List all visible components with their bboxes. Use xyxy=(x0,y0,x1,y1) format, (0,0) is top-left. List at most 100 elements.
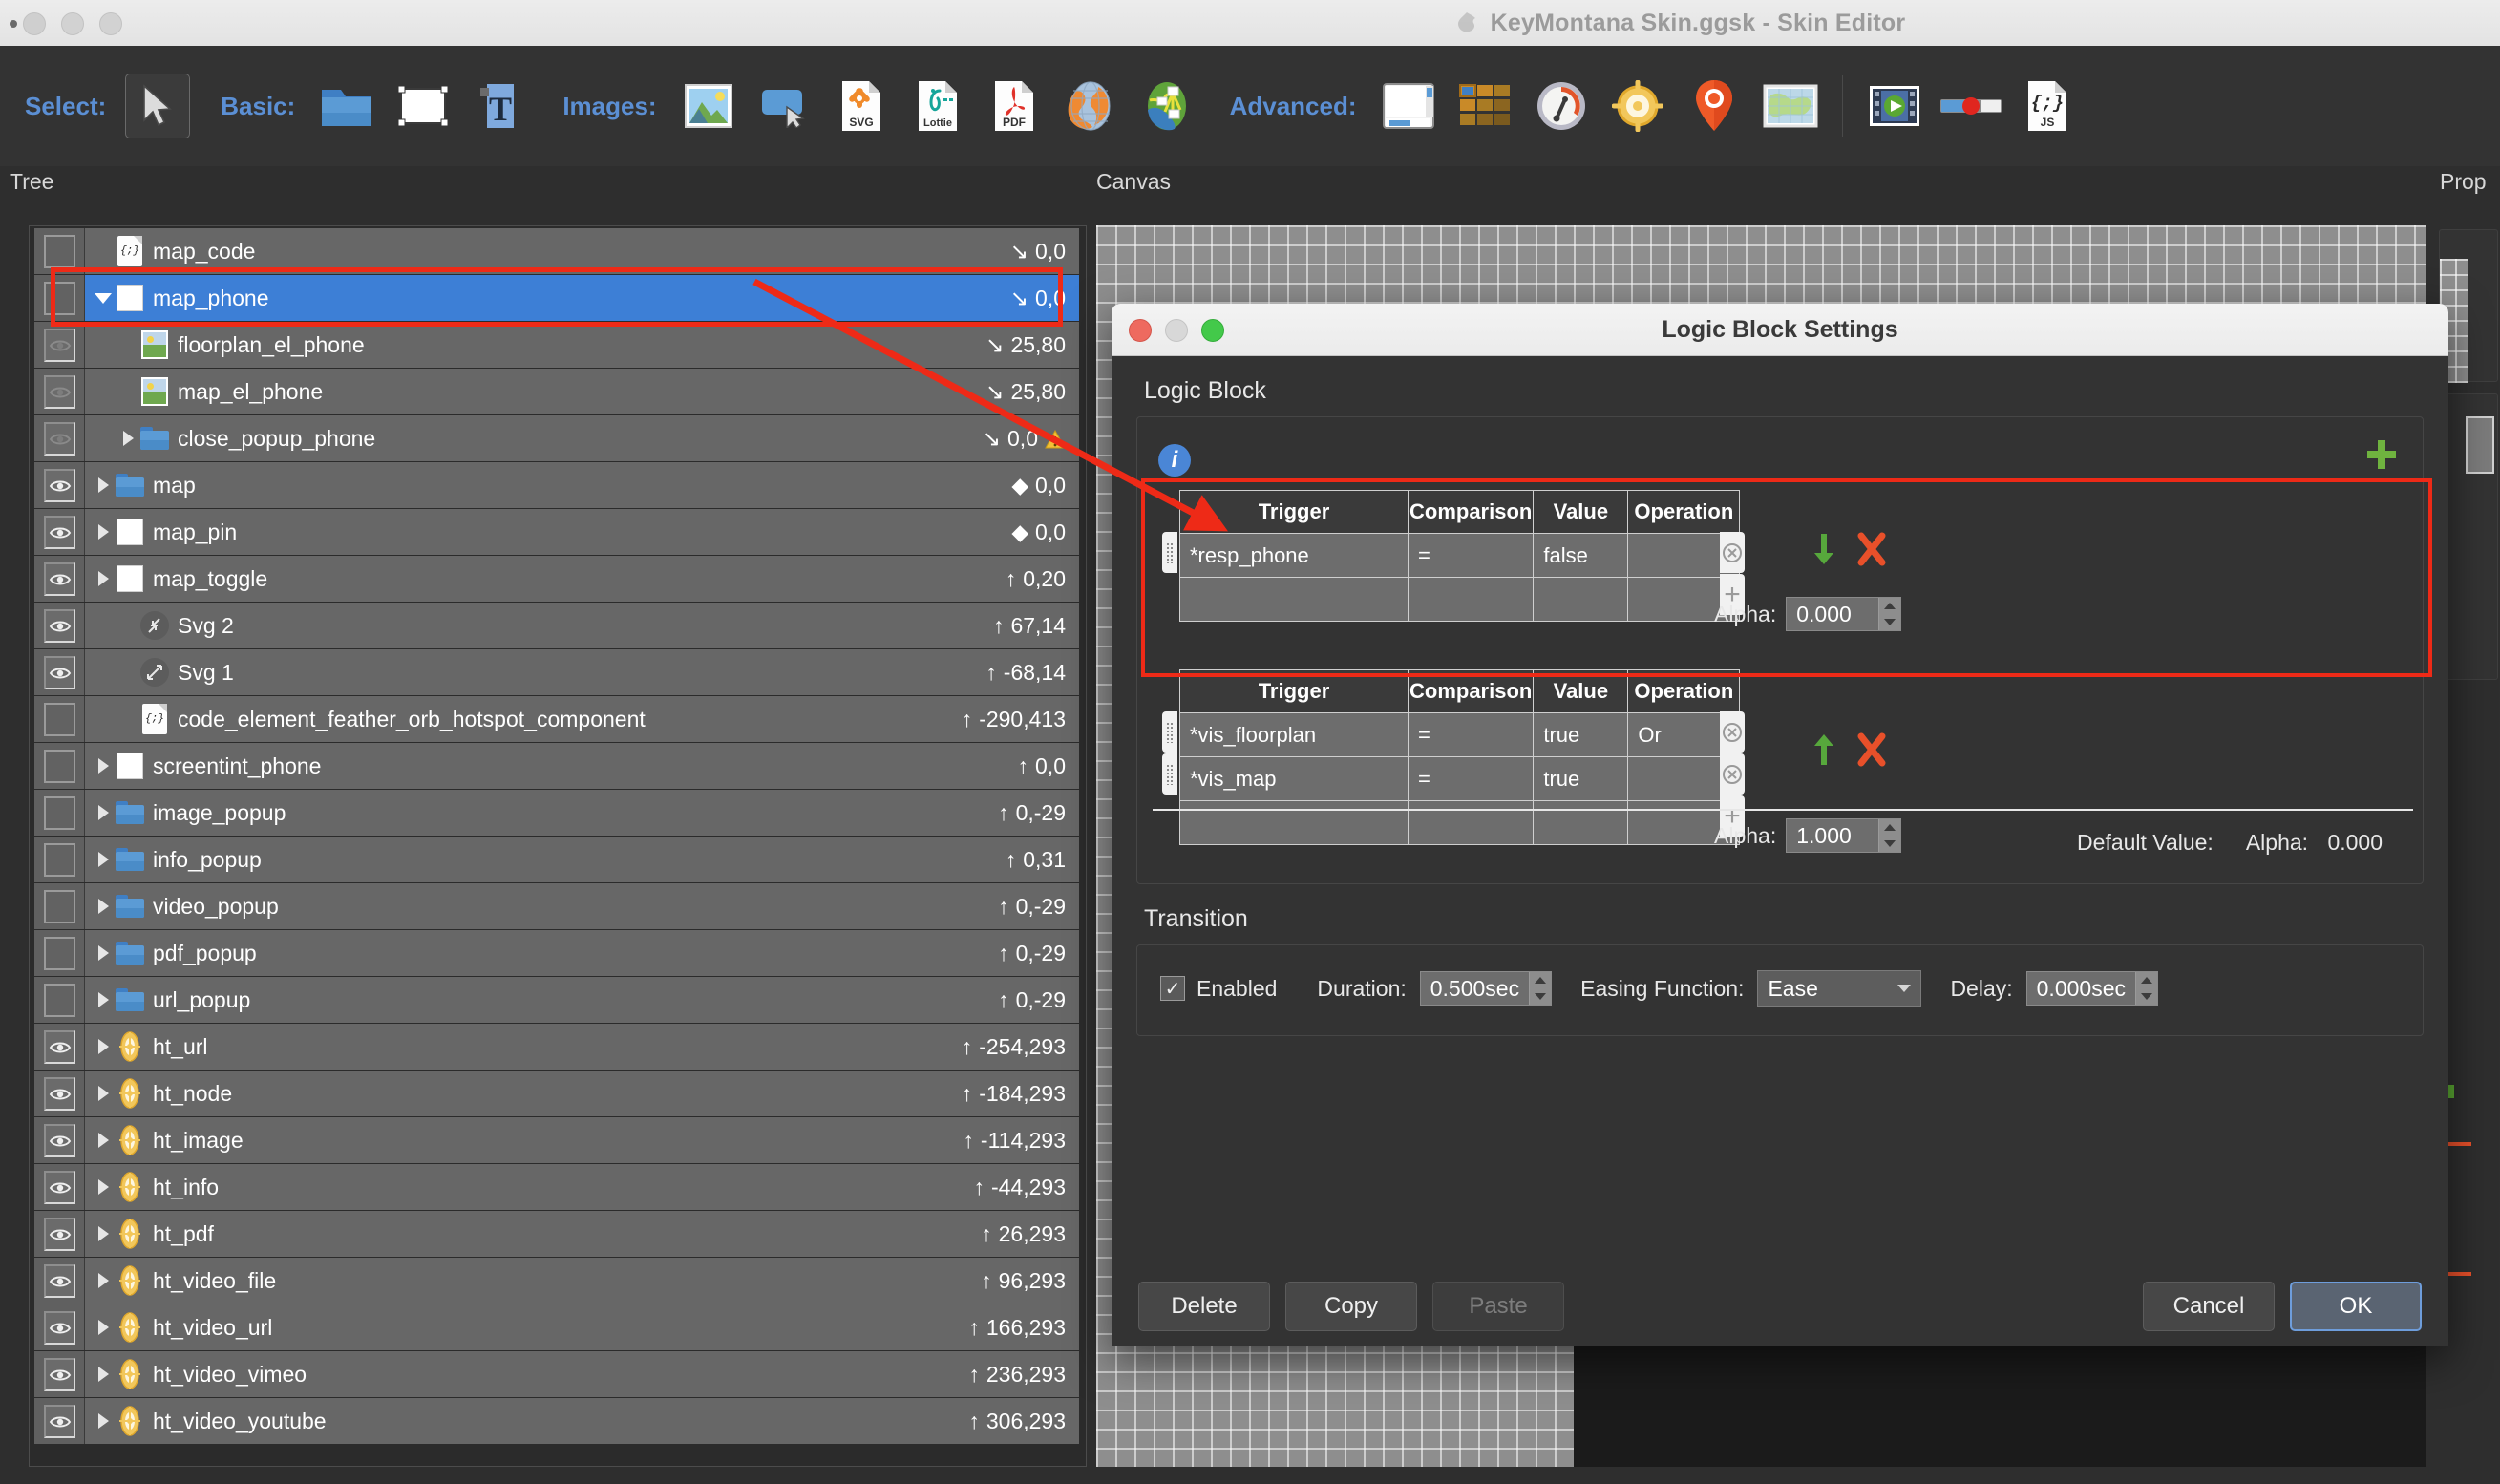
tree-row-body[interactable]: ht_video_file ↑ 96,293 xyxy=(85,1258,1079,1304)
move-condition-up-button[interactable] xyxy=(1810,732,1838,767)
remove-condition-row-button[interactable] xyxy=(1720,711,1745,753)
cell-trigger[interactable]: *vis_map xyxy=(1179,756,1409,801)
condition-row-empty[interactable] xyxy=(1179,577,1741,622)
visibility-checkbox[interactable] xyxy=(43,1217,75,1251)
tree-twisty-closed[interactable] xyxy=(91,1226,116,1241)
visibility-checkbox[interactable] xyxy=(43,1404,75,1438)
tree-row-body[interactable]: ht_video_url ↑ 166,293 xyxy=(85,1304,1079,1350)
visibility-checkbox[interactable] xyxy=(43,1263,75,1298)
condition-table[interactable]: Trigger Comparison Value Operation *vis_floo… xyxy=(1179,669,1741,845)
tree-row[interactable]: ht_video_vimeo ↑ 236,293 xyxy=(34,1351,1079,1397)
alpha-stepper[interactable]: 1.000 xyxy=(1786,818,1902,853)
tree-row-body[interactable]: floorplan_el_phone ↘ 25,80 xyxy=(85,322,1079,368)
tree-row-body[interactable]: ht_image ↑ -114,293 xyxy=(85,1117,1079,1163)
visibility-toggle[interactable] xyxy=(34,883,85,929)
tree-panel[interactable]: {;} map_code ↘ 0,0 map_phone ↘ 0,0 floorplan_el… xyxy=(29,225,1087,1467)
visibility-toggle[interactable] xyxy=(34,603,85,648)
grid-icon[interactable] xyxy=(1452,74,1517,138)
tree-row[interactable]: {;} code_element_feather_orb_hotspot_comp… xyxy=(34,696,1079,742)
tree-row[interactable]: ht_video_youtube ↑ 306,293 xyxy=(34,1398,1079,1444)
tree-twisty-closed[interactable] xyxy=(91,1413,116,1429)
tree-row[interactable]: floorplan_el_phone ↘ 25,80 xyxy=(34,322,1079,368)
visibility-toggle[interactable] xyxy=(34,649,85,695)
remove-condition-row-button[interactable] xyxy=(1720,532,1745,573)
add-condition-icon[interactable] xyxy=(2365,438,2398,471)
tree-twisty-closed[interactable] xyxy=(91,571,116,586)
cell-trigger[interactable]: *vis_floorplan xyxy=(1179,712,1409,757)
delete-button[interactable]: Delete xyxy=(1138,1282,1270,1331)
visibility-toggle[interactable] xyxy=(34,1304,85,1350)
visibility-toggle[interactable] xyxy=(34,462,85,508)
visibility-checkbox[interactable] xyxy=(43,468,75,502)
tree-twisty-closed[interactable] xyxy=(91,1086,116,1101)
tree-row-body[interactable]: Svg 2 ↑ 67,14 xyxy=(85,603,1079,648)
tree-twisty-closed[interactable] xyxy=(91,1320,116,1335)
world-map-icon[interactable] xyxy=(1758,74,1823,138)
video-icon[interactable] xyxy=(1862,74,1927,138)
tree-row-body[interactable]: ht_node ↑ -184,293 xyxy=(85,1071,1079,1116)
cell-value[interactable]: true xyxy=(1533,756,1629,801)
tree-row-body[interactable]: map_pin ◆ 0,0 xyxy=(85,509,1079,555)
tree-twisty-closed[interactable] xyxy=(91,1133,116,1148)
map-pin-icon[interactable] xyxy=(1682,74,1747,138)
lottie-file-icon[interactable]: Lottie xyxy=(905,74,970,138)
tree-row-body[interactable]: ht_pdf ↑ 26,293 xyxy=(85,1211,1079,1257)
visibility-toggle[interactable] xyxy=(34,509,85,555)
tree-row[interactable]: map_toggle ↑ 0,20 xyxy=(34,556,1079,602)
pdf-file-icon[interactable]: PDF xyxy=(982,74,1047,138)
tree-twisty-closed[interactable] xyxy=(91,1367,116,1382)
visibility-checkbox[interactable] xyxy=(43,1310,75,1345)
visibility-checkbox[interactable] xyxy=(43,702,75,736)
slider-icon[interactable] xyxy=(1939,74,2003,138)
duration-stepper[interactable]: 0.500sec xyxy=(1419,971,1553,1006)
tree-twisty-closed[interactable] xyxy=(91,477,116,493)
tree-twisty-closed[interactable] xyxy=(91,805,116,820)
visibility-toggle[interactable] xyxy=(34,275,85,321)
tree-row[interactable]: pdf_popup ↑ 0,-29 xyxy=(34,930,1079,976)
tree-row[interactable]: ht_url ↑ -254,293 xyxy=(34,1024,1079,1070)
visibility-checkbox[interactable] xyxy=(43,515,75,549)
tree-twisty-closed[interactable] xyxy=(91,992,116,1007)
tree-twisty-closed[interactable] xyxy=(91,1273,116,1288)
condition-row[interactable]: *vis_floorplan = true Or xyxy=(1179,712,1741,757)
tree-row-body[interactable]: ht_info ↑ -44,293 xyxy=(85,1164,1079,1210)
tree-row[interactable]: {;} map_code ↘ 0,0 xyxy=(34,228,1079,274)
ok-button[interactable]: OK xyxy=(2290,1282,2422,1331)
cell-comparison[interactable]: = xyxy=(1407,756,1535,801)
hotspot-icon[interactable] xyxy=(1605,74,1670,138)
tree-row-body[interactable]: ht_url ↑ -254,293 xyxy=(85,1024,1079,1070)
button-icon[interactable] xyxy=(752,74,817,138)
visibility-toggle[interactable] xyxy=(34,696,85,742)
visibility-checkbox[interactable] xyxy=(43,1357,75,1391)
visibility-checkbox[interactable] xyxy=(43,1029,75,1064)
tree-row-body[interactable]: close_popup_phone ↘ 0,0 xyxy=(85,415,1079,461)
node-graph-icon[interactable] xyxy=(1134,74,1199,138)
tree-row-body[interactable]: map ◆ 0,0 xyxy=(85,462,1079,508)
visibility-toggle[interactable] xyxy=(34,228,85,274)
js-file-icon[interactable]: {;} JS xyxy=(2015,74,2080,138)
rectangle-icon[interactable] xyxy=(391,74,456,138)
tree-row-body[interactable]: image_popup ↑ 0,-29 xyxy=(85,790,1079,836)
tree-row[interactable]: ht_node ↑ -184,293 xyxy=(34,1071,1079,1116)
visibility-toggle[interactable] xyxy=(34,1211,85,1257)
visibility-toggle[interactable] xyxy=(34,790,85,836)
visibility-checkbox[interactable] xyxy=(43,562,75,596)
visibility-toggle[interactable] xyxy=(34,1071,85,1116)
cell-comparison[interactable]: = xyxy=(1407,533,1535,578)
tree-row-body[interactable]: map_el_phone ↘ 25,80 xyxy=(85,369,1079,414)
alpha-stepper[interactable]: 0.000 xyxy=(1786,597,1902,631)
tree-row[interactable]: ht_video_url ↑ 166,293 xyxy=(34,1304,1079,1350)
visibility-toggle[interactable] xyxy=(34,1164,85,1210)
delete-condition-button[interactable] xyxy=(1857,532,1886,566)
tree-row[interactable]: close_popup_phone ↘ 0,0 xyxy=(34,415,1079,461)
alpha-stepper-arrows[interactable] xyxy=(1878,819,1901,852)
properties-input-field[interactable] xyxy=(2466,416,2494,474)
tree-row[interactable]: map_pin ◆ 0,0 xyxy=(34,509,1079,555)
tree-row[interactable]: map_phone ↘ 0,0 xyxy=(34,275,1079,321)
tree-row[interactable]: Svg 2 ↑ 67,14 xyxy=(34,603,1079,648)
tree-twisty-closed[interactable] xyxy=(91,758,116,774)
tree-row-body[interactable]: ht_video_vimeo ↑ 236,293 xyxy=(85,1351,1079,1397)
row-drag-handle[interactable] xyxy=(1162,711,1177,753)
visibility-toggle[interactable] xyxy=(34,1117,85,1163)
tree-row[interactable]: url_popup ↑ 0,-29 xyxy=(34,977,1079,1023)
